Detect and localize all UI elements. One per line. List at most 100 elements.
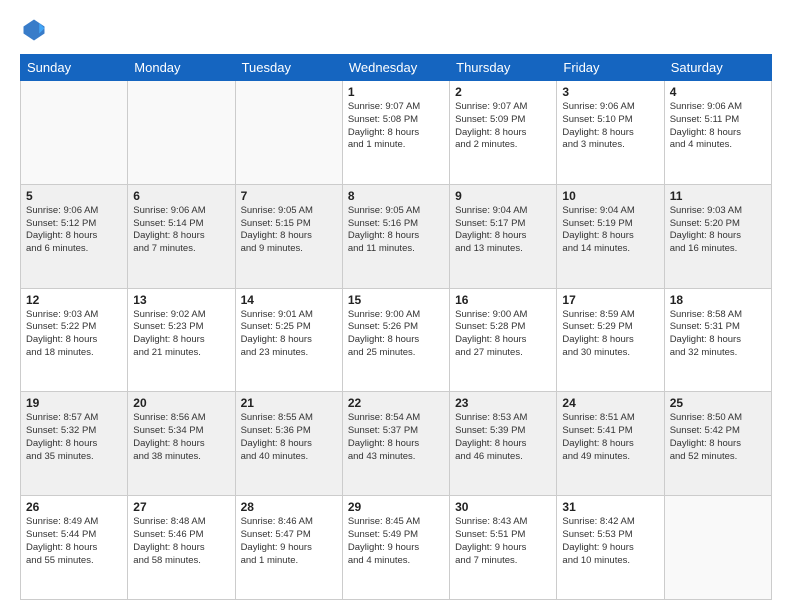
day-number: 30 bbox=[455, 500, 551, 514]
day-number: 19 bbox=[26, 396, 122, 410]
calendar-cell: 25 Sunrise: 8:50 AM Sunset: 5:42 PM Dayli… bbox=[664, 392, 771, 496]
day-number: 29 bbox=[348, 500, 444, 514]
calendar-cell: 2 Sunrise: 9:07 AM Sunset: 5:09 PM Daylig… bbox=[450, 81, 557, 185]
calendar-cell: 23 Sunrise: 8:53 AM Sunset: 5:39 PM Dayli… bbox=[450, 392, 557, 496]
day-number: 4 bbox=[670, 85, 766, 99]
day-number: 15 bbox=[348, 293, 444, 307]
calendar-header-wednesday: Wednesday bbox=[342, 55, 449, 81]
calendar-header-row: SundayMondayTuesdayWednesdayThursdayFrid… bbox=[21, 55, 772, 81]
calendar-header-monday: Monday bbox=[128, 55, 235, 81]
calendar-cell: 6 Sunrise: 9:06 AM Sunset: 5:14 PM Daylig… bbox=[128, 184, 235, 288]
calendar-header-saturday: Saturday bbox=[664, 55, 771, 81]
day-info: Sunrise: 8:53 AM Sunset: 5:39 PM Dayligh… bbox=[455, 412, 551, 463]
day-number: 5 bbox=[26, 189, 122, 203]
day-number: 12 bbox=[26, 293, 122, 307]
day-info: Sunrise: 9:01 AM Sunset: 5:25 PM Dayligh… bbox=[241, 309, 337, 360]
day-info: Sunrise: 8:59 AM Sunset: 5:29 PM Dayligh… bbox=[562, 309, 658, 360]
calendar-cell bbox=[235, 81, 342, 185]
day-info: Sunrise: 9:03 AM Sunset: 5:22 PM Dayligh… bbox=[26, 309, 122, 360]
calendar-cell: 24 Sunrise: 8:51 AM Sunset: 5:41 PM Dayli… bbox=[557, 392, 664, 496]
calendar-cell: 1 Sunrise: 9:07 AM Sunset: 5:08 PM Daylig… bbox=[342, 81, 449, 185]
day-info: Sunrise: 9:06 AM Sunset: 5:10 PM Dayligh… bbox=[562, 101, 658, 152]
day-number: 25 bbox=[670, 396, 766, 410]
calendar-cell: 30 Sunrise: 8:43 AM Sunset: 5:51 PM Dayli… bbox=[450, 496, 557, 600]
calendar-cell: 10 Sunrise: 9:04 AM Sunset: 5:19 PM Dayli… bbox=[557, 184, 664, 288]
calendar-cell: 11 Sunrise: 9:03 AM Sunset: 5:20 PM Dayli… bbox=[664, 184, 771, 288]
calendar-cell: 9 Sunrise: 9:04 AM Sunset: 5:17 PM Daylig… bbox=[450, 184, 557, 288]
day-number: 1 bbox=[348, 85, 444, 99]
day-number: 2 bbox=[455, 85, 551, 99]
calendar-cell: 19 Sunrise: 8:57 AM Sunset: 5:32 PM Dayli… bbox=[21, 392, 128, 496]
day-info: Sunrise: 9:07 AM Sunset: 5:09 PM Dayligh… bbox=[455, 101, 551, 152]
calendar-cell: 26 Sunrise: 8:49 AM Sunset: 5:44 PM Dayli… bbox=[21, 496, 128, 600]
calendar-cell: 27 Sunrise: 8:48 AM Sunset: 5:46 PM Dayli… bbox=[128, 496, 235, 600]
day-number: 6 bbox=[133, 189, 229, 203]
day-info: Sunrise: 9:00 AM Sunset: 5:28 PM Dayligh… bbox=[455, 309, 551, 360]
calendar-cell: 14 Sunrise: 9:01 AM Sunset: 5:25 PM Dayli… bbox=[235, 288, 342, 392]
day-number: 8 bbox=[348, 189, 444, 203]
day-info: Sunrise: 9:00 AM Sunset: 5:26 PM Dayligh… bbox=[348, 309, 444, 360]
day-info: Sunrise: 9:06 AM Sunset: 5:12 PM Dayligh… bbox=[26, 205, 122, 256]
day-info: Sunrise: 9:06 AM Sunset: 5:11 PM Dayligh… bbox=[670, 101, 766, 152]
calendar-header-thursday: Thursday bbox=[450, 55, 557, 81]
calendar-cell: 29 Sunrise: 8:45 AM Sunset: 5:49 PM Dayli… bbox=[342, 496, 449, 600]
calendar-cell: 12 Sunrise: 9:03 AM Sunset: 5:22 PM Dayli… bbox=[21, 288, 128, 392]
calendar-header-tuesday: Tuesday bbox=[235, 55, 342, 81]
day-number: 7 bbox=[241, 189, 337, 203]
day-info: Sunrise: 8:43 AM Sunset: 5:51 PM Dayligh… bbox=[455, 516, 551, 567]
calendar-cell bbox=[21, 81, 128, 185]
day-number: 10 bbox=[562, 189, 658, 203]
day-number: 27 bbox=[133, 500, 229, 514]
day-number: 18 bbox=[670, 293, 766, 307]
day-info: Sunrise: 9:03 AM Sunset: 5:20 PM Dayligh… bbox=[670, 205, 766, 256]
day-number: 9 bbox=[455, 189, 551, 203]
calendar-cell: 31 Sunrise: 8:42 AM Sunset: 5:53 PM Dayli… bbox=[557, 496, 664, 600]
calendar-cell: 3 Sunrise: 9:06 AM Sunset: 5:10 PM Daylig… bbox=[557, 81, 664, 185]
day-info: Sunrise: 8:51 AM Sunset: 5:41 PM Dayligh… bbox=[562, 412, 658, 463]
calendar-cell: 17Sunrise: 8:59 AM Sunset: 5:29 PM Dayli… bbox=[557, 288, 664, 392]
calendar-cell: 16 Sunrise: 9:00 AM Sunset: 5:28 PM Dayli… bbox=[450, 288, 557, 392]
calendar-cell: 4 Sunrise: 9:06 AM Sunset: 5:11 PM Daylig… bbox=[664, 81, 771, 185]
day-number: 13 bbox=[133, 293, 229, 307]
calendar-cell bbox=[664, 496, 771, 600]
day-number: 22 bbox=[348, 396, 444, 410]
day-info: Sunrise: 9:07 AM Sunset: 5:08 PM Dayligh… bbox=[348, 101, 444, 152]
calendar: SundayMondayTuesdayWednesdayThursdayFrid… bbox=[20, 54, 772, 600]
day-info: Sunrise: 8:57 AM Sunset: 5:32 PM Dayligh… bbox=[26, 412, 122, 463]
day-info: Sunrise: 9:05 AM Sunset: 5:16 PM Dayligh… bbox=[348, 205, 444, 256]
day-number: 23 bbox=[455, 396, 551, 410]
day-number: 20 bbox=[133, 396, 229, 410]
day-number: 24 bbox=[562, 396, 658, 410]
calendar-cell: 28 Sunrise: 8:46 AM Sunset: 5:47 PM Dayli… bbox=[235, 496, 342, 600]
day-info: Sunrise: 8:42 AM Sunset: 5:53 PM Dayligh… bbox=[562, 516, 658, 567]
calendar-cell: 15 Sunrise: 9:00 AM Sunset: 5:26 PM Dayli… bbox=[342, 288, 449, 392]
day-number: 16 bbox=[455, 293, 551, 307]
day-info: Sunrise: 8:48 AM Sunset: 5:46 PM Dayligh… bbox=[133, 516, 229, 567]
calendar-header-friday: Friday bbox=[557, 55, 664, 81]
day-info: Sunrise: 8:55 AM Sunset: 5:36 PM Dayligh… bbox=[241, 412, 337, 463]
day-info: Sunrise: 8:46 AM Sunset: 5:47 PM Dayligh… bbox=[241, 516, 337, 567]
calendar-header-sunday: Sunday bbox=[21, 55, 128, 81]
day-info: Sunrise: 9:02 AM Sunset: 5:23 PM Dayligh… bbox=[133, 309, 229, 360]
calendar-cell: 7Sunrise: 9:05 AM Sunset: 5:15 PM Daylig… bbox=[235, 184, 342, 288]
day-info: Sunrise: 8:45 AM Sunset: 5:49 PM Dayligh… bbox=[348, 516, 444, 567]
day-number: 3 bbox=[562, 85, 658, 99]
day-number: 14 bbox=[241, 293, 337, 307]
day-number: 28 bbox=[241, 500, 337, 514]
day-number: 26 bbox=[26, 500, 122, 514]
day-number: 21 bbox=[241, 396, 337, 410]
day-info: Sunrise: 8:56 AM Sunset: 5:34 PM Dayligh… bbox=[133, 412, 229, 463]
calendar-cell: 5 Sunrise: 9:06 AM Sunset: 5:12 PM Daylig… bbox=[21, 184, 128, 288]
day-number: 31 bbox=[562, 500, 658, 514]
day-info: Sunrise: 8:50 AM Sunset: 5:42 PM Dayligh… bbox=[670, 412, 766, 463]
calendar-cell bbox=[128, 81, 235, 185]
day-number: 11 bbox=[670, 189, 766, 203]
day-info: Sunrise: 9:06 AM Sunset: 5:14 PM Dayligh… bbox=[133, 205, 229, 256]
calendar-cell: 20 Sunrise: 8:56 AM Sunset: 5:34 PM Dayli… bbox=[128, 392, 235, 496]
calendar-cell: 21 Sunrise: 8:55 AM Sunset: 5:36 PM Dayli… bbox=[235, 392, 342, 496]
day-info: Sunrise: 8:58 AM Sunset: 5:31 PM Dayligh… bbox=[670, 309, 766, 360]
day-info: Sunrise: 9:04 AM Sunset: 5:19 PM Dayligh… bbox=[562, 205, 658, 256]
logo-icon bbox=[20, 16, 48, 44]
day-info: Sunrise: 9:04 AM Sunset: 5:17 PM Dayligh… bbox=[455, 205, 551, 256]
day-info: Sunrise: 8:49 AM Sunset: 5:44 PM Dayligh… bbox=[26, 516, 122, 567]
